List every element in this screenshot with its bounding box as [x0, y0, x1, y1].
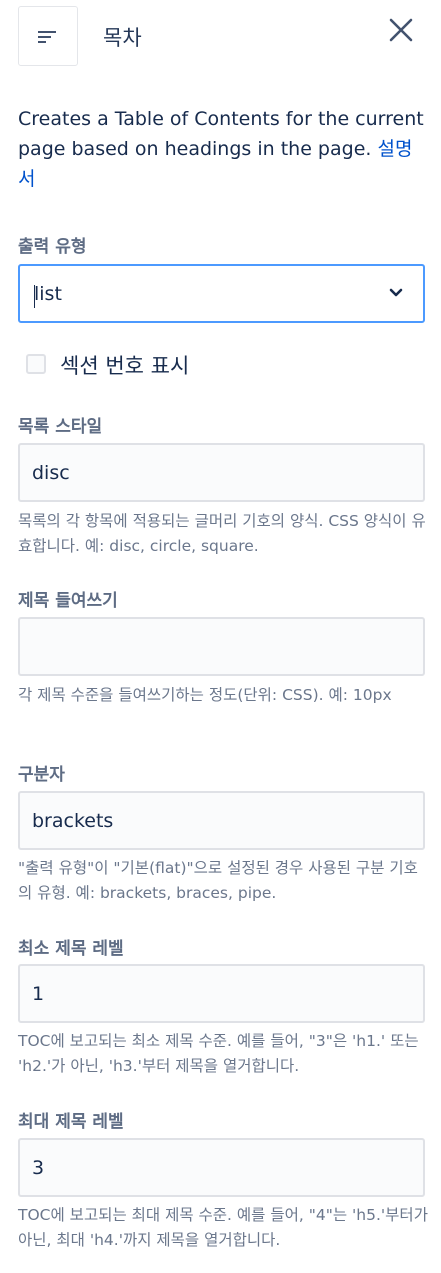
panel-title: 목차 [103, 26, 142, 50]
separator-value: brackets [32, 810, 114, 832]
max-level-help: TOC에 보고되는 최대 제목 수준. 예를 들어, "4"는 'h5.'부터가… [18, 1206, 428, 1249]
section-numbers-checkbox[interactable] [26, 354, 46, 374]
close-button[interactable] [386, 15, 416, 45]
output-type-select[interactable]: list [18, 264, 425, 323]
max-level-input[interactable]: 3 [18, 1138, 425, 1197]
max-level-label: 최대 제목 레벨 [18, 1112, 124, 1132]
heading-indent-label: 제목 들여쓰기 [18, 591, 118, 611]
heading-indent-input[interactable] [18, 617, 425, 676]
max-level-value: 3 [32, 1157, 45, 1179]
min-level-value: 1 [32, 983, 45, 1005]
close-icon [389, 18, 413, 42]
list-style-input[interactable]: disc [18, 443, 425, 502]
output-type-label: 출력 유형 [18, 237, 87, 257]
chevron-down-icon [389, 288, 403, 297]
min-level-help: TOC에 보고되는 최소 제목 수준. 예를 들어, "3"은 'h1.' 또는… [18, 1032, 419, 1075]
section-numbers-label: 섹션 번호 표시 [60, 354, 190, 378]
macro-menu-button[interactable] [18, 6, 78, 66]
description-text: Creates a Table of Contents for the curr… [18, 108, 424, 160]
heading-indent-help: 각 제목 수준을 들여쓰기하는 정도(단위: CSS). 예: 10px [18, 686, 392, 704]
min-level-label: 최소 제목 레벨 [18, 939, 124, 959]
separator-help: "출력 유형"이 "기본(flat)"으로 설정된 경우 사용된 구분 기호의 … [18, 859, 418, 902]
sort-lines-icon [38, 31, 56, 43]
min-level-input[interactable]: 1 [18, 964, 425, 1023]
panel-header: 목차 [0, 0, 441, 70]
list-style-help: 목록의 각 항목에 적용되는 글머리 기호의 양식. CSS 양식이 유효합니다… [18, 512, 426, 555]
separator-label: 구분자 [18, 765, 65, 785]
output-type-value: list [34, 283, 62, 305]
macro-description: Creates a Table of Contents for the curr… [18, 104, 428, 194]
list-style-label: 목록 스타일 [18, 417, 103, 437]
separator-input[interactable]: brackets [18, 791, 425, 850]
list-style-value: disc [32, 462, 70, 484]
